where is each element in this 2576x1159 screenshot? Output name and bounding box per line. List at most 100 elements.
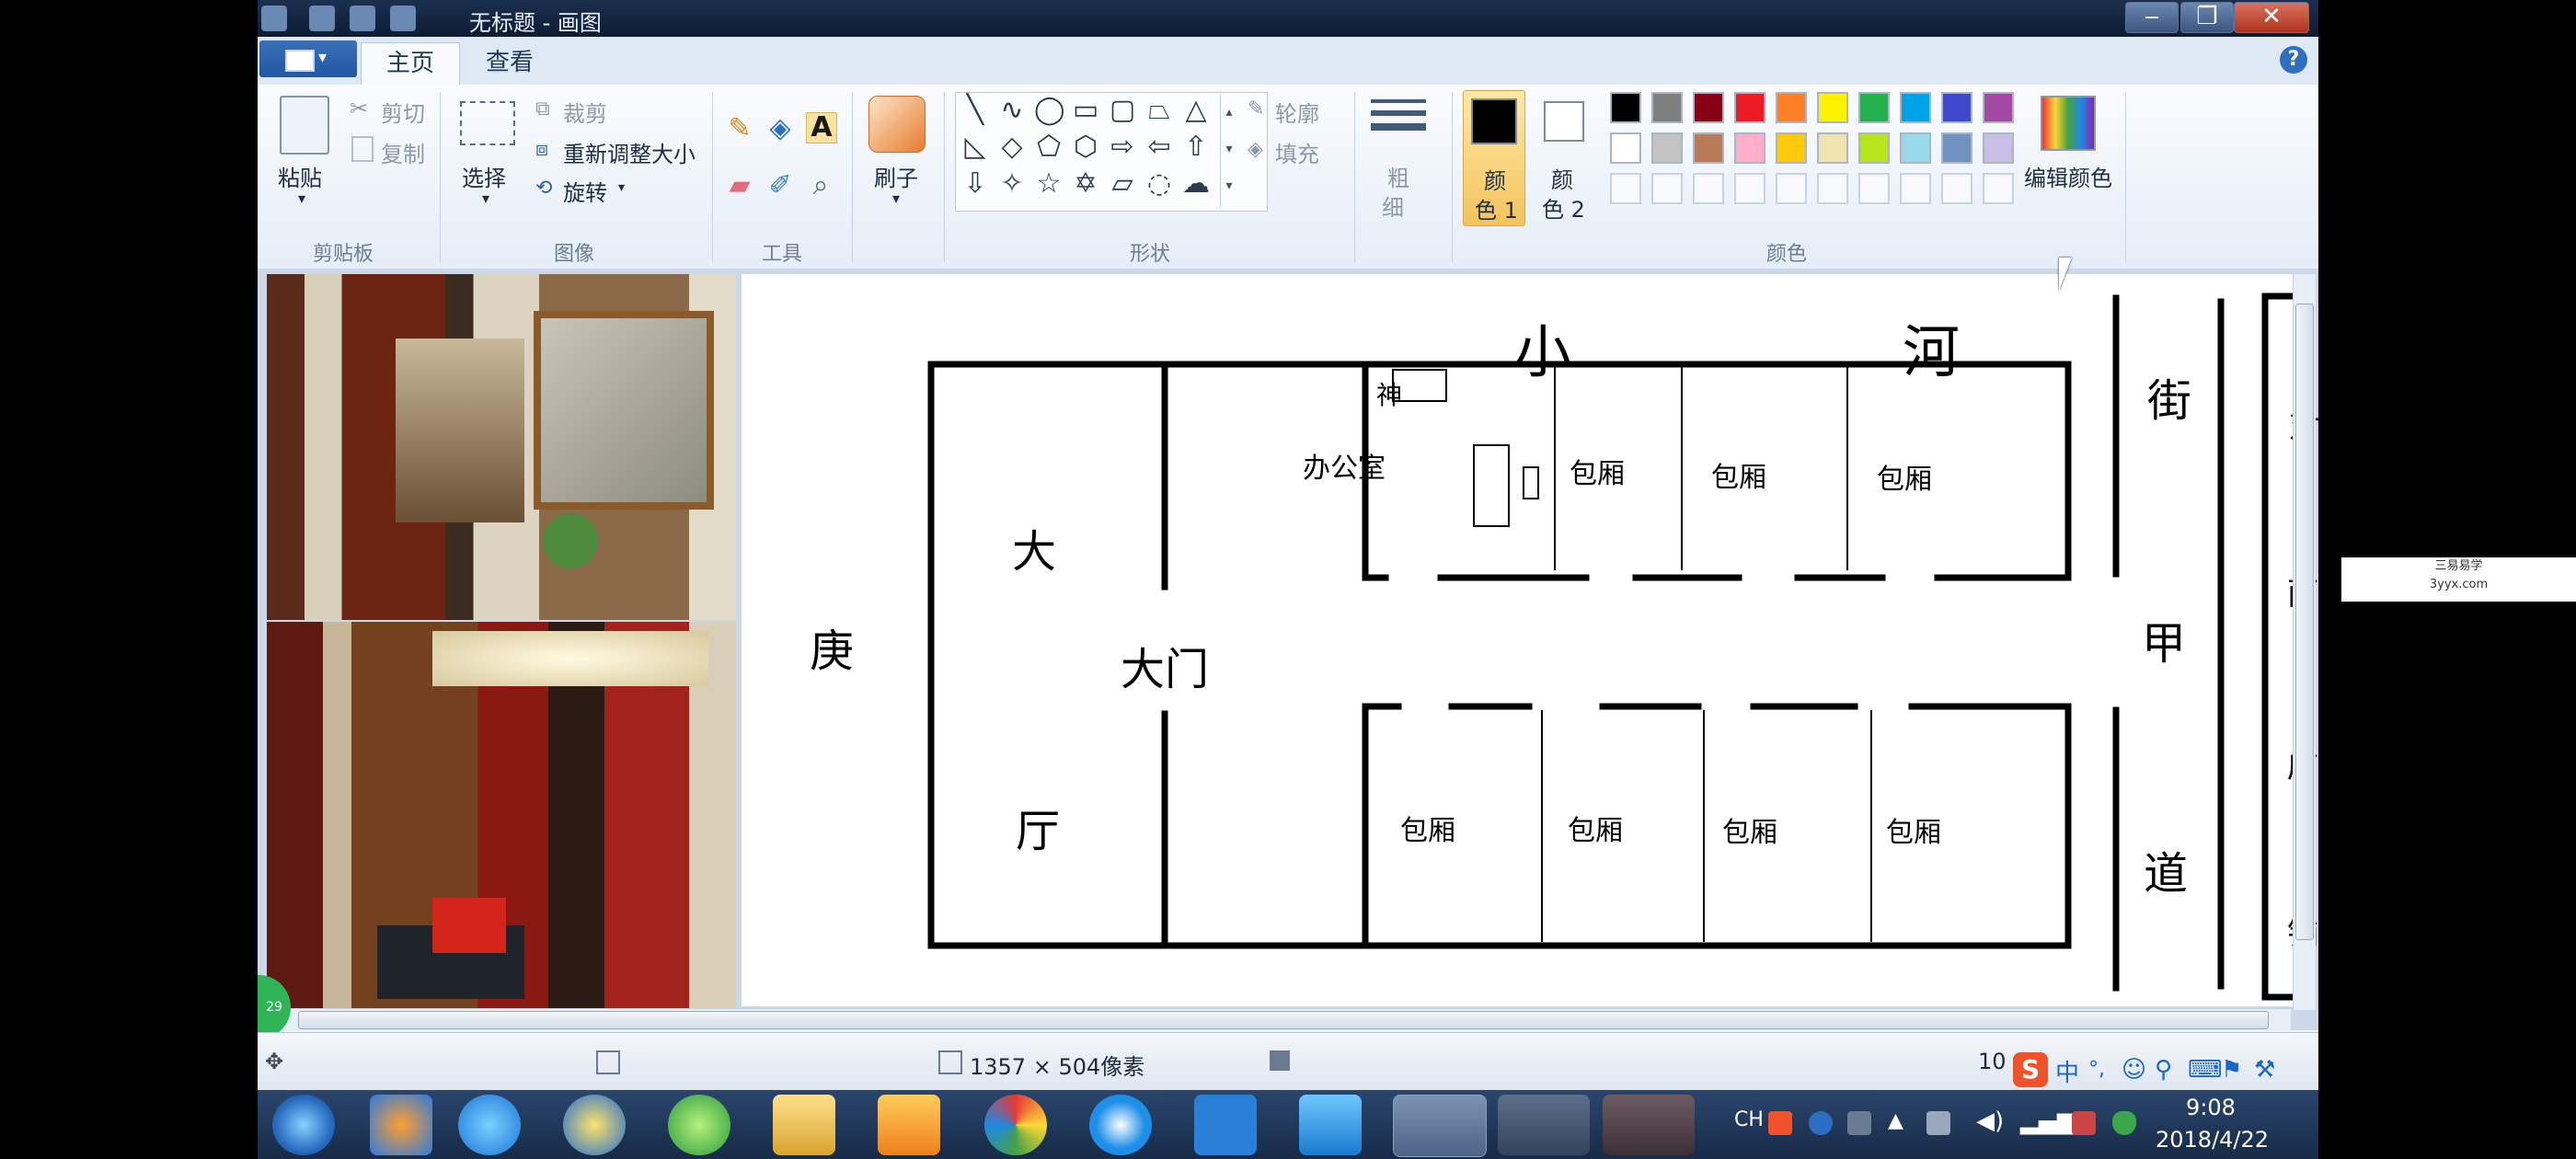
internet-explorer-icon[interactable] [563, 1095, 626, 1155]
palette-color-swatch[interactable] [1734, 92, 1765, 123]
right-arrow-shape-icon[interactable]: ⇨ [1108, 132, 1137, 162]
tab-view[interactable]: 查看 [466, 42, 554, 85]
save-icon[interactable] [309, 6, 335, 31]
palette-empty-swatch[interactable] [1983, 173, 2014, 204]
palette-color-swatch[interactable] [1776, 92, 1807, 123]
outline-button[interactable]: 轮廓 [1275, 96, 1319, 128]
app-grid-icon[interactable] [1194, 1095, 1257, 1155]
palette-color-swatch[interactable] [1817, 132, 1848, 164]
tab-home[interactable]: 主页 [361, 42, 460, 86]
ime-mode-label[interactable]: 中 [2055, 1054, 2079, 1088]
chrome-icon[interactable] [984, 1095, 1047, 1155]
ime-skin-icon[interactable]: ⚑ [2221, 1056, 2242, 1084]
volume-icon[interactable]: ◀) [1976, 1107, 2004, 1135]
five-point-star-shape-icon[interactable]: ☆ [1034, 169, 1064, 199]
palette-color-swatch[interactable] [1858, 132, 1890, 164]
pinwheel-app-icon[interactable] [370, 1095, 432, 1155]
select-button[interactable]: 选择 [462, 160, 506, 192]
language-indicator[interactable]: CH [1734, 1108, 1764, 1131]
size-button-line2[interactable]: 细 [1382, 189, 1404, 222]
color2-button[interactable]: 颜 色 2 [1535, 90, 1595, 224]
tray-mic-icon[interactable] [1847, 1111, 1871, 1135]
palette-color-swatch[interactable] [1983, 132, 2014, 164]
palette-color-swatch[interactable] [1693, 92, 1724, 123]
network-icon[interactable]: ▂▄▆ [2020, 1107, 2076, 1135]
security-shield-icon[interactable] [2112, 1111, 2136, 1135]
file-explorer-icon[interactable] [773, 1095, 835, 1155]
palette-empty-swatch[interactable] [1776, 173, 1807, 204]
rotate-dropdown-icon[interactable]: ▾ [618, 180, 625, 195]
eraser-icon[interactable]: ▰ [725, 171, 754, 201]
edit-colors-icon[interactable] [2041, 96, 2096, 151]
paint-taskbar-icon[interactable] [1393, 1095, 1487, 1157]
vertical-scroll-thumb[interactable] [2295, 304, 2314, 940]
line-shape-icon[interactable]: ╲ [960, 96, 990, 125]
polygon-shape-icon[interactable]: ⏢ [1144, 96, 1174, 125]
palette-color-swatch[interactable] [1941, 92, 1972, 123]
triangle-shape-icon[interactable]: △ [1181, 96, 1211, 125]
ime-emoji-icon[interactable]: ☺ [2122, 1056, 2146, 1084]
ime-badge-icon[interactable]: S [2013, 1052, 2048, 1087]
help-icon[interactable]: ? [2280, 46, 2307, 74]
rectangle-shape-icon[interactable]: ▭ [1071, 96, 1100, 125]
ime-settings-icon[interactable]: ⚒ [2254, 1056, 2275, 1084]
color-picker-icon[interactable]: ✐ [765, 171, 795, 201]
paste-dropdown-icon[interactable]: ▾ [298, 189, 305, 207]
start-button[interactable] [272, 1095, 335, 1155]
clock-time[interactable]: 9:08 [2156, 1095, 2266, 1120]
rotate-button[interactable]: 旋转 [563, 175, 607, 207]
tray-ime-icon[interactable] [1768, 1111, 1792, 1135]
color1-button[interactable]: 颜 色 1 [1463, 90, 1525, 226]
resize-button[interactable]: 重新调整大小 [563, 136, 696, 168]
four-point-star-shape-icon[interactable]: ✧ [997, 169, 1027, 199]
media-player-icon[interactable] [878, 1095, 940, 1155]
clock-date[interactable]: 2018/4/22 [2156, 1127, 2269, 1153]
camera-app-icon[interactable] [1498, 1095, 1590, 1155]
curve-shape-icon[interactable]: ∿ [997, 96, 1027, 125]
palette-color-swatch[interactable] [1651, 132, 1683, 164]
crop-button[interactable]: 裁剪 [563, 96, 607, 128]
hexagon-shape-icon[interactable]: ⬡ [1071, 132, 1100, 162]
palette-empty-swatch[interactable] [1817, 173, 1848, 204]
size-button[interactable]: 粗 [1387, 160, 1409, 192]
ime-keyboard-icon[interactable]: ⌨ [2188, 1056, 2223, 1084]
diamond-shape-icon[interactable]: ◇ [997, 132, 1027, 162]
file-menu-button[interactable]: ▾ [259, 40, 357, 77]
action-center-icon[interactable] [2072, 1111, 2096, 1135]
brush-icon[interactable] [868, 96, 926, 153]
tray-expand-icon[interactable]: ▲ [1888, 1109, 1903, 1132]
close-button[interactable]: ✕ [2234, 2, 2309, 33]
palette-color-swatch[interactable] [1900, 92, 1931, 123]
rounded-callout-shape-icon[interactable]: ▱ [1108, 169, 1137, 199]
tray-device-icon[interactable] [1926, 1111, 1950, 1135]
palette-color-swatch[interactable] [1983, 92, 2014, 123]
recorder-app-icon[interactable] [1603, 1095, 1695, 1155]
undo-icon[interactable] [350, 6, 375, 31]
pentagon-shape-icon[interactable]: ⬠ [1034, 132, 1064, 162]
minimize-button[interactable]: ‒ [2125, 2, 2179, 33]
tray-help-icon[interactable] [1809, 1111, 1833, 1135]
sogou-search-icon[interactable] [1089, 1095, 1152, 1155]
ime-voice-icon[interactable]: ⚲ [2155, 1056, 2172, 1084]
shapes-scroll-icon[interactable]: ▴ ▾ ▾ [1220, 94, 1237, 208]
horizontal-scroll-thumb[interactable] [298, 1011, 2269, 1029]
green-browser-icon[interactable] [668, 1095, 730, 1155]
palette-color-swatch[interactable] [1817, 92, 1848, 123]
oval-callout-shape-icon[interactable]: ◌ [1144, 169, 1174, 199]
folder-app-icon[interactable] [1299, 1095, 1362, 1155]
palette-color-swatch[interactable] [1858, 92, 1890, 123]
right-triangle-shape-icon[interactable]: ◺ [960, 132, 990, 162]
palette-empty-swatch[interactable] [1734, 173, 1765, 204]
redo-icon[interactable] [390, 6, 416, 31]
up-arrow-shape-icon[interactable]: ⇧ [1181, 132, 1211, 162]
palette-color-swatch[interactable] [1900, 132, 1931, 164]
cut-button[interactable]: 剪切 [381, 96, 425, 128]
fill-button[interactable]: 填充 [1275, 136, 1319, 168]
down-arrow-shape-icon[interactable]: ⇩ [960, 169, 990, 199]
palette-color-swatch[interactable] [1610, 132, 1641, 164]
palette-color-swatch[interactable] [1693, 132, 1724, 164]
palette-color-swatch[interactable] [1610, 92, 1641, 123]
cloud-callout-shape-icon[interactable]: ☁ [1181, 169, 1211, 199]
paste-button[interactable]: 粘贴 [278, 160, 322, 192]
copy-button[interactable]: 复制 [381, 136, 425, 168]
